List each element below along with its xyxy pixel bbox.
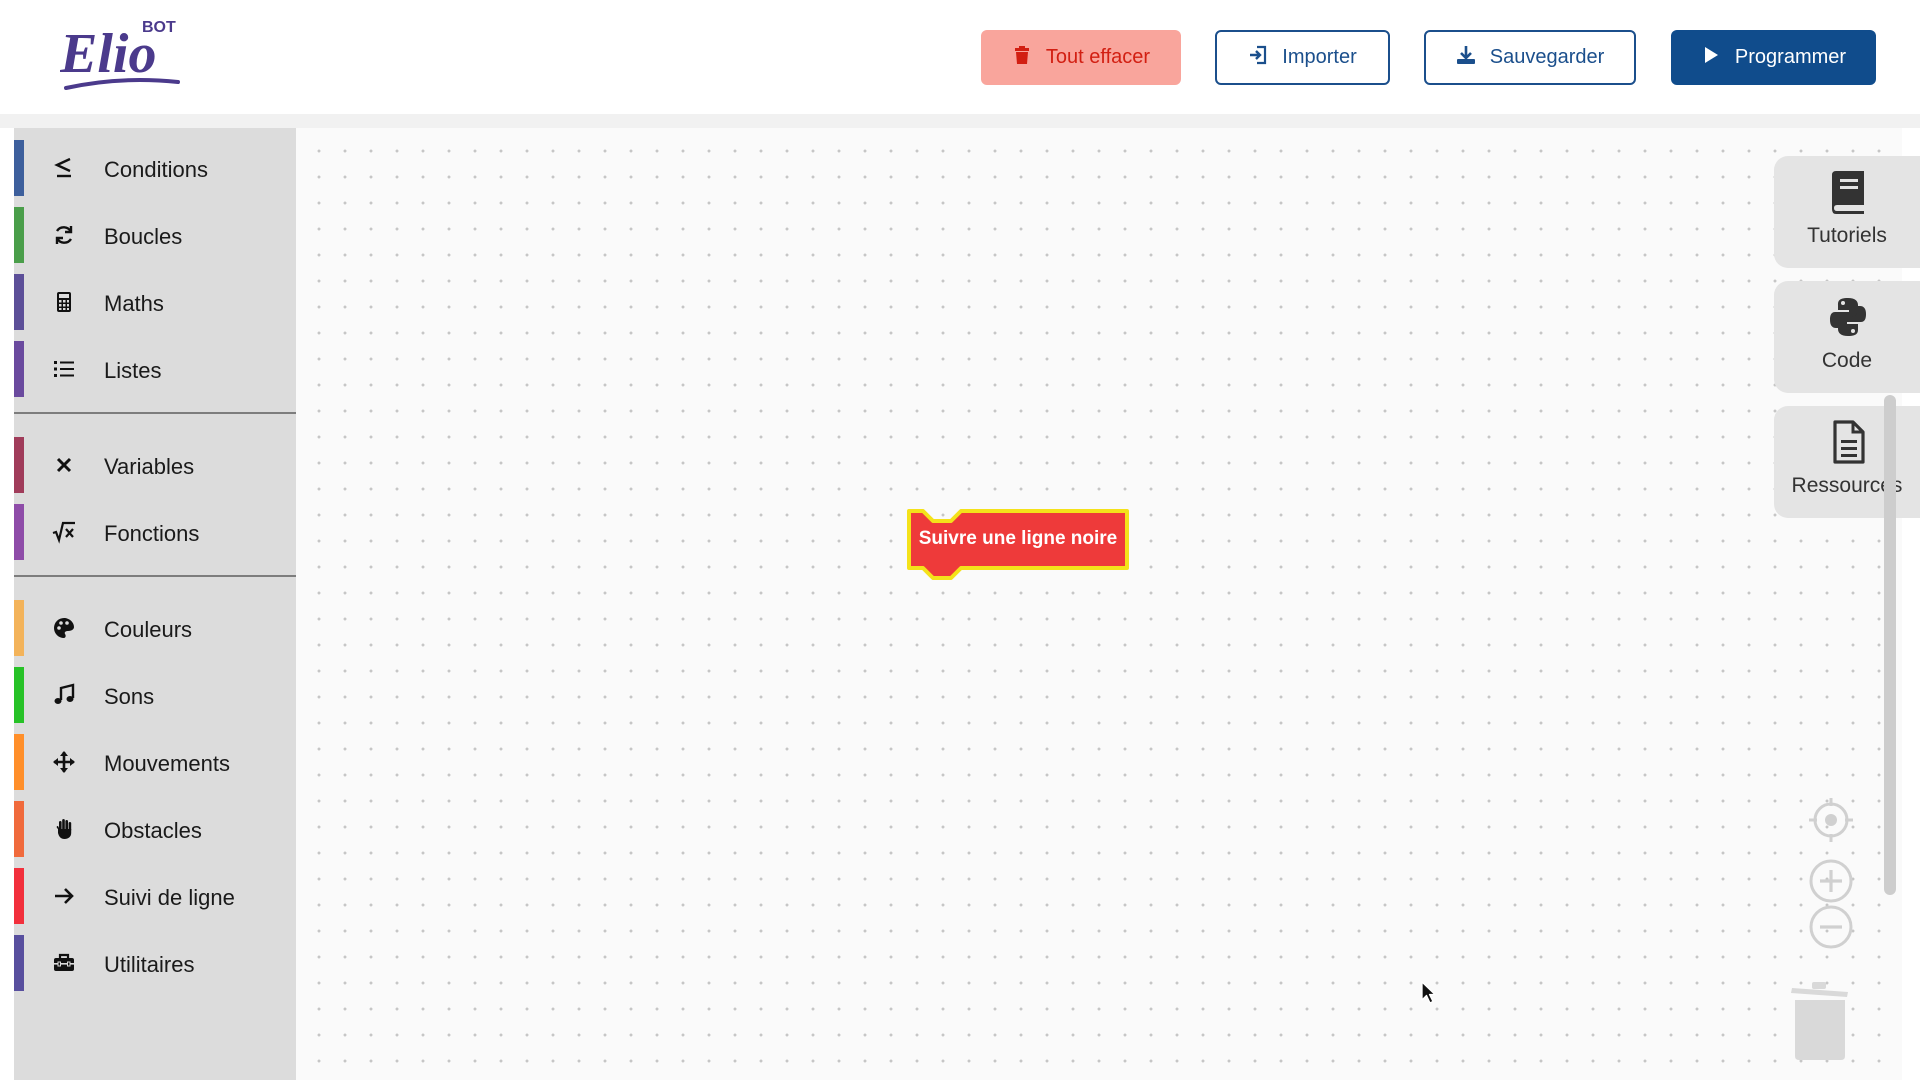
category-color-stripe <box>14 667 24 723</box>
sidebar-item-label: Utilitaires <box>104 952 195 977</box>
tab-tutoriels[interactable]: Tutoriels <box>1774 156 1920 268</box>
crosshair-icon <box>1808 798 1854 847</box>
workspace-scrollbar[interactable] <box>1884 395 1896 895</box>
tab-label: Code <box>1821 349 1873 372</box>
tab-label: Ressources <box>1791 474 1903 497</box>
trash-icon <box>1012 45 1032 71</box>
category-color-stripe <box>14 801 24 857</box>
sidebar-item-label: Boucles <box>104 224 183 249</box>
sidebar-divider <box>14 575 296 577</box>
sidebar-item-label: Fonctions <box>104 521 200 546</box>
sidebar-item-obstacles[interactable]: Obstacles <box>14 801 296 857</box>
sidebar-item-boucles[interactable]: Boucles <box>14 207 296 263</box>
refresh-icon <box>50 221 78 249</box>
import-label: Importer <box>1282 46 1357 68</box>
sidebar-item-variables[interactable]: Variables <box>14 437 296 493</box>
tab-ressources[interactable]: Ressources <box>1774 406 1920 518</box>
logo-badge: BOT <box>142 19 176 36</box>
sidebar-item-label: Mouvements <box>104 751 230 776</box>
sidebar-item-sons[interactable]: Sons <box>14 667 296 723</box>
import-icon <box>1248 45 1268 71</box>
category-color-stripe <box>14 140 24 196</box>
sidebar-item-label: Variables <box>104 454 195 479</box>
file-icon <box>1828 420 1868 464</box>
python-icon <box>1828 295 1868 339</box>
sidebar-item-label: Sons <box>104 684 155 709</box>
sidebar-item-suivi-de-ligne[interactable]: Suivi de ligne <box>14 868 296 924</box>
sidebar-item-fonctions[interactable]: Fonctions <box>14 504 296 560</box>
sidebar-item-maths[interactable]: Maths <box>14 274 296 330</box>
category-color-stripe <box>14 868 24 924</box>
sidebar-item-label: Maths <box>104 291 164 316</box>
arrow-right-icon <box>50 882 78 910</box>
header-divider <box>0 114 1920 128</box>
arrows-move-icon <box>50 748 78 776</box>
sidebar-item-couleurs[interactable]: Couleurs <box>14 600 296 656</box>
play-icon <box>1701 45 1721 71</box>
sidebar-divider <box>14 412 296 414</box>
program-label: Programmer <box>1734 46 1847 68</box>
list-icon <box>50 355 78 383</box>
toolbox-icon <box>50 949 78 977</box>
category-color-stripe <box>14 274 24 330</box>
mouse-cursor-icon <box>1421 981 1437 1005</box>
sidebar-item-listes[interactable]: Listes <box>14 341 296 397</box>
square-root-icon <box>50 518 78 546</box>
tab-label: Tutoriels <box>1807 224 1887 247</box>
sidebar-item-label: Couleurs <box>104 617 193 642</box>
trash-can-icon[interactable] <box>1790 980 1850 1060</box>
follow-line-block[interactable]: Suivre une ligne noire <box>905 508 1131 580</box>
blockly-workspace[interactable] <box>296 128 1902 1080</box>
sidebar-item-label: Listes <box>104 358 162 383</box>
category-color-stripe <box>14 437 24 493</box>
times-icon <box>50 451 78 479</box>
sidebar-item-utilitaires[interactable]: Utilitaires <box>14 935 296 991</box>
less-equal-icon <box>50 154 78 182</box>
category-color-stripe <box>14 734 24 790</box>
zoom-in-button[interactable] <box>1808 858 1854 904</box>
hand-icon <box>50 815 78 843</box>
music-icon <box>50 681 78 709</box>
save-label: Sauvegarder <box>1489 46 1605 68</box>
category-color-stripe <box>14 341 24 397</box>
clear-all-button[interactable]: Tout effacer <box>981 30 1181 85</box>
sidebar-item-label: Conditions <box>104 157 208 182</box>
book-icon <box>1828 170 1868 214</box>
block-categories-sidebar: Conditions Boucles Maths Listes Variable… <box>14 128 296 1080</box>
top-toolbar: Elio BOT Tout effacer Importer Sauvegard… <box>0 0 1920 114</box>
clear-all-label: Tout effacer <box>1045 46 1151 68</box>
sidebar-item-mouvements[interactable]: Mouvements <box>14 734 296 790</box>
category-color-stripe <box>14 207 24 263</box>
sidebar-item-conditions[interactable]: Conditions <box>14 140 296 196</box>
zoom-out-button[interactable] <box>1808 904 1854 950</box>
tab-code[interactable]: Code <box>1774 281 1920 393</box>
program-button[interactable]: Programmer <box>1671 30 1876 85</box>
import-button[interactable]: Importer <box>1215 30 1390 85</box>
recenter-button[interactable] <box>1808 797 1854 843</box>
category-color-stripe <box>14 600 24 656</box>
palette-icon <box>50 614 78 642</box>
save-button[interactable]: Sauvegarder <box>1424 30 1636 85</box>
zoom-out-icon <box>1808 905 1854 954</box>
category-color-stripe <box>14 935 24 991</box>
sidebar-item-label: Suivi de ligne <box>104 885 235 910</box>
category-color-stripe <box>14 504 24 560</box>
elio-logo[interactable]: Elio BOT <box>59 14 190 99</box>
download-icon <box>1456 45 1476 71</box>
calculator-icon <box>50 288 78 316</box>
block-label: Suivre une ligne noire <box>918 528 1118 549</box>
sidebar-item-label: Obstacles <box>104 818 202 843</box>
